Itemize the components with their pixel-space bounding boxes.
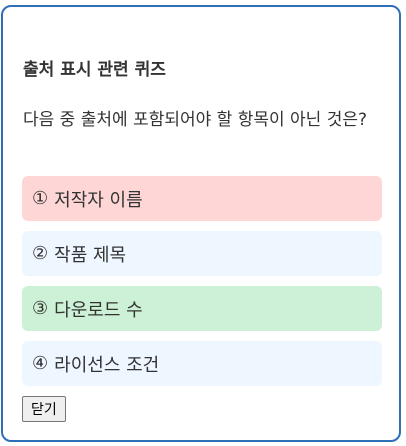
option-label: 다운로드 수 (54, 299, 143, 321)
option-number: ③ (32, 298, 49, 319)
quiz-question: 다음 중 출처에 포함되어야 할 항목이 아닌 것은? (23, 110, 368, 130)
close-button[interactable]: 닫기 (22, 396, 66, 422)
option-number: ④ (32, 353, 49, 374)
option-3[interactable]: ③ 다운로드 수 (22, 286, 382, 331)
option-label: 작품 제목 (54, 244, 127, 266)
answer-options: ① 저작자 이름 ② 작품 제목 ③ 다운로드 수 ④ 라이선스 조건 (22, 176, 382, 396)
option-label: 저작자 이름 (54, 189, 143, 211)
option-label: 라이선스 조건 (54, 354, 160, 376)
option-4[interactable]: ④ 라이선스 조건 (22, 341, 382, 386)
option-number: ① (32, 188, 49, 209)
option-number: ② (32, 243, 49, 264)
option-1[interactable]: ① 저작자 이름 (22, 176, 382, 221)
quiz-dialog: 출처 표시 관련 퀴즈 다음 중 출처에 포함되어야 할 항목이 아닌 것은? … (1, 5, 401, 442)
quiz-title: 출처 표시 관련 퀴즈 (23, 60, 166, 80)
option-2[interactable]: ② 작품 제목 (22, 231, 382, 276)
